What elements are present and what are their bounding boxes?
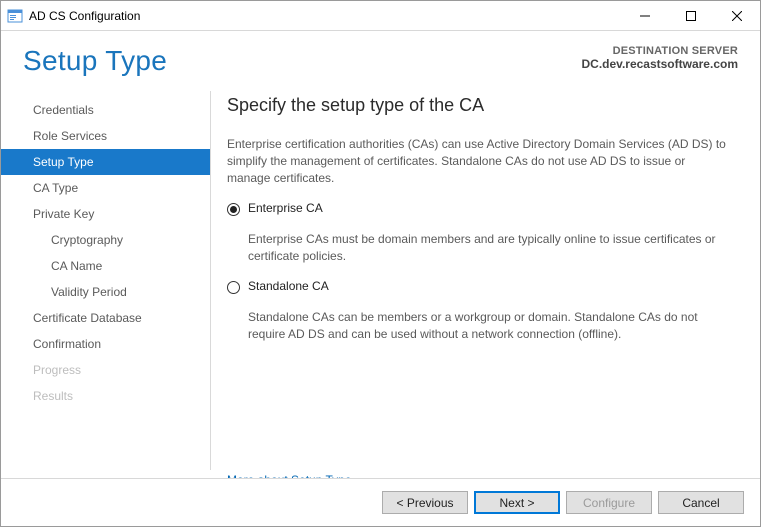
page-title: Setup Type bbox=[23, 45, 167, 77]
sidebar-item-private-key[interactable]: Private Key bbox=[1, 201, 211, 227]
sidebar-item-certificate-database[interactable]: Certificate Database bbox=[1, 305, 211, 331]
sidebar-item-ca-name[interactable]: CA Name bbox=[1, 253, 211, 279]
radio-enterprise-ca[interactable] bbox=[227, 203, 240, 216]
content-pane: Specify the setup type of the CA Enterpr… bbox=[211, 85, 756, 478]
option-standalone-ca[interactable]: Standalone CA bbox=[227, 279, 730, 295]
sidebar-item-ca-type[interactable]: CA Type bbox=[1, 175, 211, 201]
sidebar-item-progress: Progress bbox=[1, 357, 211, 383]
sidebar-item-confirmation[interactable]: Confirmation bbox=[1, 331, 211, 357]
maximize-button[interactable] bbox=[668, 1, 714, 31]
destination-value: DC.dev.recastsoftware.com bbox=[581, 57, 738, 71]
sidebar-item-cryptography[interactable]: Cryptography bbox=[1, 227, 211, 253]
sidebar-item-setup-type[interactable]: Setup Type bbox=[1, 149, 211, 175]
sidebar-item-validity-period[interactable]: Validity Period bbox=[1, 279, 211, 305]
sidebar-item-role-services[interactable]: Role Services bbox=[1, 123, 211, 149]
intro-text: Enterprise certification authorities (CA… bbox=[227, 136, 730, 187]
titlebar: AD CS Configuration bbox=[1, 1, 760, 31]
radio-standalone-ca[interactable] bbox=[227, 281, 240, 294]
app-icon bbox=[7, 8, 23, 24]
window-title: AD CS Configuration bbox=[29, 9, 140, 23]
minimize-button[interactable] bbox=[622, 1, 668, 31]
option-title: Enterprise CA bbox=[248, 201, 730, 215]
cancel-button[interactable]: Cancel bbox=[658, 491, 744, 514]
destination-server: DESTINATION SERVER DC.dev.recastsoftware… bbox=[581, 45, 738, 71]
option-enterprise-ca[interactable]: Enterprise CA bbox=[227, 201, 730, 217]
sidebar-item-results: Results bbox=[1, 383, 211, 409]
option-title: Standalone CA bbox=[248, 279, 730, 293]
option-desc: Standalone CAs can be members or a workg… bbox=[248, 309, 730, 343]
sidebar: CredentialsRole ServicesSetup TypeCA Typ… bbox=[1, 85, 211, 478]
footer: < Previous Next > Configure Cancel bbox=[1, 478, 760, 526]
next-button[interactable]: Next > bbox=[474, 491, 560, 514]
wizard-header: Setup Type DESTINATION SERVER DC.dev.rec… bbox=[1, 31, 760, 81]
destination-label: DESTINATION SERVER bbox=[581, 45, 738, 57]
configure-button: Configure bbox=[566, 491, 652, 514]
content-heading: Specify the setup type of the CA bbox=[227, 95, 730, 116]
close-button[interactable] bbox=[714, 1, 760, 31]
sidebar-item-credentials[interactable]: Credentials bbox=[1, 97, 211, 123]
option-desc: Enterprise CAs must be domain members an… bbox=[248, 231, 730, 265]
previous-button[interactable]: < Previous bbox=[382, 491, 468, 514]
